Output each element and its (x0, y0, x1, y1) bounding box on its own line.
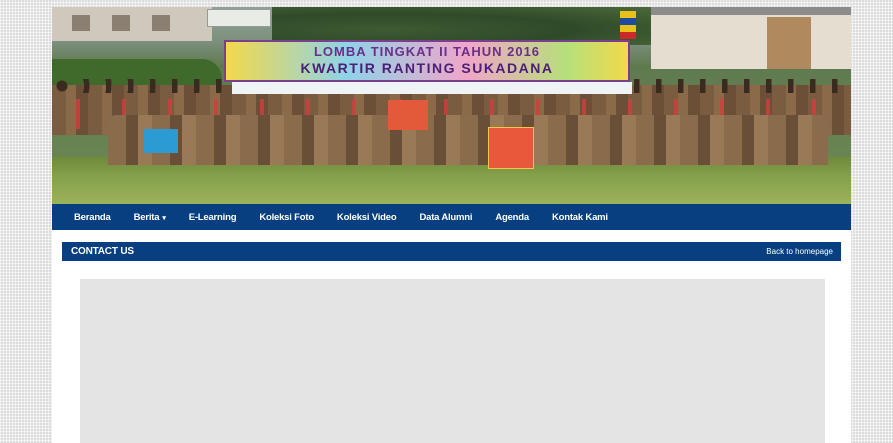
building-right (651, 7, 851, 69)
small-sign (207, 9, 271, 27)
nav-item-e-learning[interactable]: E-Learning (189, 212, 237, 223)
event-banner-line2: KWARTIR RANTING SUKADANA (300, 60, 554, 76)
banner-logos-strip (232, 82, 632, 94)
nav-item-beranda[interactable]: Beranda (74, 212, 111, 223)
pennant-flag (388, 100, 428, 130)
nav-item-koleksi-video[interactable]: Koleksi Video (337, 212, 397, 223)
page-container: LOMBA TINGKAT II TAHUN 2016 KWARTIR RANT… (52, 7, 851, 443)
main-navigation: Beranda Berita ▾ E-Learning Koleksi Foto … (52, 204, 851, 230)
nav-item-berita[interactable]: Berita ▾ (134, 212, 166, 223)
header-banner-photo: LOMBA TINGKAT II TAHUN 2016 KWARTIR RANT… (52, 7, 851, 204)
event-banner-line1: LOMBA TINGKAT II TAHUN 2016 (313, 44, 541, 59)
back-to-homepage-link[interactable]: Back to homepage (766, 247, 833, 256)
event-banner: LOMBA TINGKAT II TAHUN 2016 KWARTIR RANT… (224, 40, 630, 82)
person-blue-shirt (144, 129, 178, 153)
nav-item-data-alumni[interactable]: Data Alumni (419, 212, 472, 223)
section-header: CONTACT US Back to homepage (62, 242, 841, 261)
crowd-front-row (108, 115, 828, 165)
flag (620, 11, 636, 39)
pennant-flag-large (488, 127, 534, 169)
chevron-down-icon: ▾ (162, 214, 166, 222)
page-title: CONTACT US (71, 246, 134, 257)
map-embed-placeholder[interactable] (80, 279, 825, 443)
building-left (52, 7, 212, 41)
nav-item-koleksi-foto[interactable]: Koleksi Foto (259, 212, 314, 223)
nav-item-kontak-kami[interactable]: Kontak Kami (552, 212, 608, 223)
nav-item-agenda[interactable]: Agenda (495, 212, 529, 223)
